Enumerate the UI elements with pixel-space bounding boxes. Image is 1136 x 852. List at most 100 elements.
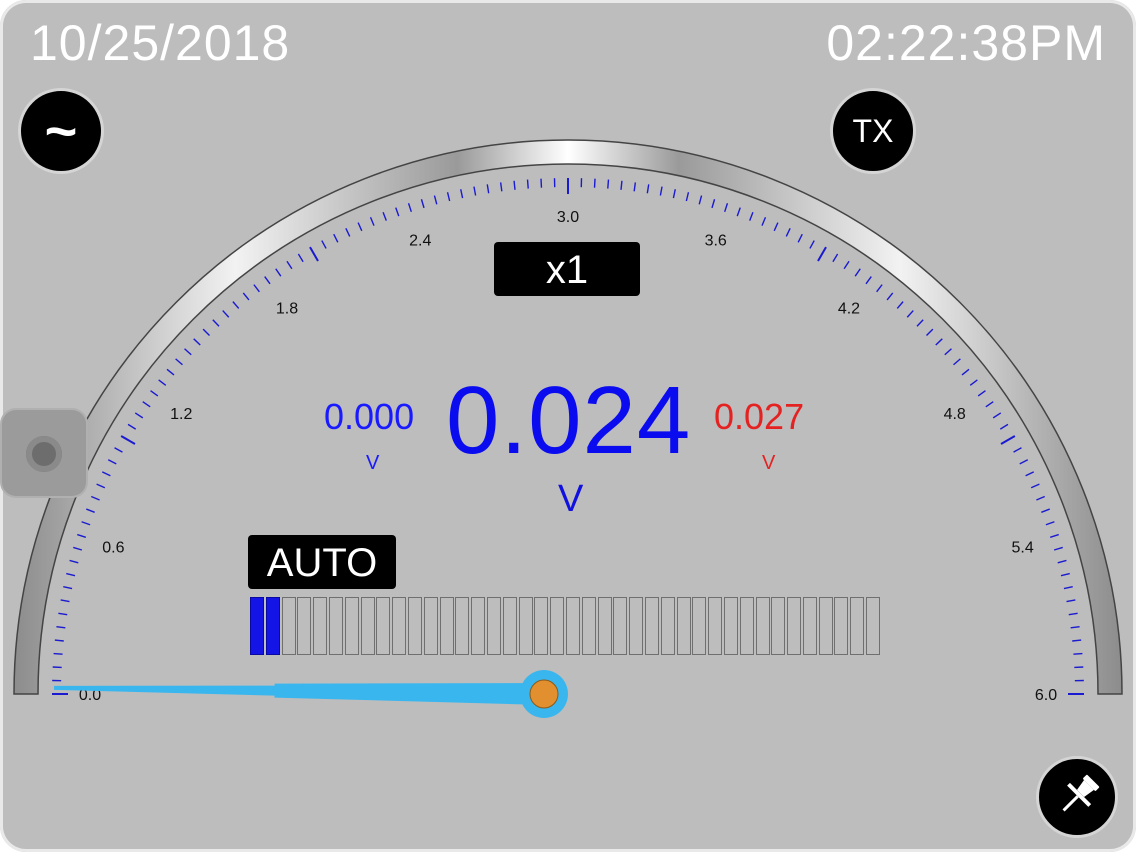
gauge-minor-tick xyxy=(843,260,850,270)
range-multiplier-button[interactable]: x1 xyxy=(494,242,640,296)
gauge-minor-tick xyxy=(1049,533,1059,538)
gauge-minor-tick xyxy=(382,212,387,221)
gauge-minor-tick xyxy=(672,189,676,199)
bar-graph-segment xyxy=(660,597,675,655)
bar-graph-segment xyxy=(644,597,659,655)
bar-graph-segment xyxy=(471,597,486,655)
gauge-minor-tick xyxy=(321,240,327,249)
gauge-minor-tick xyxy=(513,180,516,190)
bar-graph-segment xyxy=(834,597,849,655)
gauge-minor-tick xyxy=(761,217,767,226)
main-reading: 0.024 xyxy=(446,367,692,474)
gauge-minor-tick xyxy=(1030,483,1040,489)
bar-graph-segment xyxy=(297,597,312,655)
gauge-scale-label: 6.0 xyxy=(1035,687,1057,704)
gauge-minor-tick xyxy=(127,423,137,430)
gauge-minor-tick xyxy=(242,292,250,301)
bar-graph-segment xyxy=(392,597,407,655)
gauge-minor-tick xyxy=(1025,471,1035,477)
bar-graph-segment xyxy=(787,597,802,655)
gauge-scale-label: 3.6 xyxy=(705,232,727,249)
bar-graph-segment xyxy=(534,597,549,655)
gauge-minor-tick xyxy=(944,348,952,356)
gauge-minor-tick xyxy=(142,401,151,408)
gauge-minor-tick xyxy=(77,533,87,538)
side-drawer-handle[interactable] xyxy=(2,410,86,496)
gauge-minor-tick xyxy=(333,233,339,243)
gauge-major-tick xyxy=(1000,435,1016,445)
gauge-minor-tick xyxy=(876,284,883,293)
bar-graph-segment xyxy=(629,597,644,655)
gauge-minor-tick xyxy=(886,292,894,301)
gauge-minor-tick xyxy=(659,186,663,196)
gauge-minor-tick xyxy=(1045,521,1055,526)
gauge-minor-tick xyxy=(69,559,79,564)
gauge-minor-tick xyxy=(999,423,1009,430)
multimeter-screen: 10/25/2018 02:22:38PM ~ TX 0.0 0.6 1.2 1.8 2… xyxy=(0,0,1136,852)
gauge-minor-tick xyxy=(633,182,637,192)
gauge-minor-tick xyxy=(134,412,144,419)
gauge-minor-tick xyxy=(433,195,438,205)
bar-graph-segment xyxy=(802,597,817,655)
gauge-minor-tick xyxy=(896,301,904,309)
gauge-minor-tick xyxy=(916,319,924,327)
gauge-minor-tick xyxy=(1036,495,1045,501)
gauge-minor-tick xyxy=(832,253,839,263)
gauge-minor-tick xyxy=(81,521,91,526)
gauge-minor-tick xyxy=(809,240,815,249)
gauge-scale-label: 2.4 xyxy=(409,232,431,249)
gauge-minor-tick xyxy=(297,253,304,263)
gauge-minor-tick xyxy=(785,227,791,237)
gauge-minor-tick xyxy=(1070,625,1080,629)
gauge-minor-tick xyxy=(53,652,63,655)
max-reading: 0.027 xyxy=(714,396,805,437)
gauge-minor-tick xyxy=(711,199,716,209)
gauge-minor-tick xyxy=(685,192,690,202)
gauge-minor-tick xyxy=(60,599,70,603)
gauge-minor-tick xyxy=(166,368,175,376)
bar-graph-segment xyxy=(328,597,343,655)
gauge-minor-tick xyxy=(969,379,978,386)
gauge-minor-tick xyxy=(865,276,872,285)
gauge-minor-tick xyxy=(56,625,66,629)
circle-handle-icon xyxy=(26,436,62,472)
gauge-minor-tick xyxy=(797,233,803,243)
gauge-minor-tick xyxy=(926,328,934,336)
gauge-minor-tick xyxy=(1041,508,1050,513)
gauge-minor-tick xyxy=(212,319,220,327)
bar-graph-segment xyxy=(518,597,533,655)
pin-button[interactable] xyxy=(1036,756,1118,838)
gauge-minor-tick xyxy=(620,180,623,190)
bar-graph-segment xyxy=(407,597,422,655)
main-reading-unit: V xyxy=(558,478,584,520)
gauge-minor-tick xyxy=(395,207,400,217)
gauge-minor-tick xyxy=(1057,559,1067,564)
max-reading-unit: V xyxy=(762,452,776,474)
bar-graph-segment xyxy=(692,597,707,655)
bar-graph-segment xyxy=(313,597,328,655)
gauge-minor-tick xyxy=(1068,612,1078,616)
gauge-minor-tick xyxy=(158,379,167,386)
gauge-minor-tick xyxy=(369,217,375,226)
gauge-scale-label: 1.2 xyxy=(170,406,192,423)
bar-graph-segment xyxy=(755,597,770,655)
gauge-minor-tick xyxy=(1013,447,1022,453)
gauge-minor-tick xyxy=(264,276,271,285)
bar-graph-segment xyxy=(250,597,264,655)
gauge-minor-tick xyxy=(63,586,73,590)
auto-range-button[interactable]: AUTO xyxy=(248,535,396,589)
bar-graph-segment xyxy=(360,597,375,655)
gauge-minor-tick xyxy=(646,184,650,194)
gauge-major-tick xyxy=(309,246,319,262)
gauge-minor-tick xyxy=(1053,546,1063,551)
gauge-minor-tick xyxy=(961,368,970,376)
gauge-minor-tick xyxy=(91,495,100,501)
bar-graph-segment xyxy=(502,597,517,655)
bar-graph-segment xyxy=(344,597,359,655)
bar-graph-segment xyxy=(439,597,454,655)
bar-graph-segment xyxy=(597,597,612,655)
bar-graph-segment xyxy=(455,597,470,655)
gauge-minor-tick xyxy=(345,227,351,237)
gauge-scale-label: 4.8 xyxy=(944,406,966,423)
gauge-minor-tick xyxy=(749,212,754,221)
